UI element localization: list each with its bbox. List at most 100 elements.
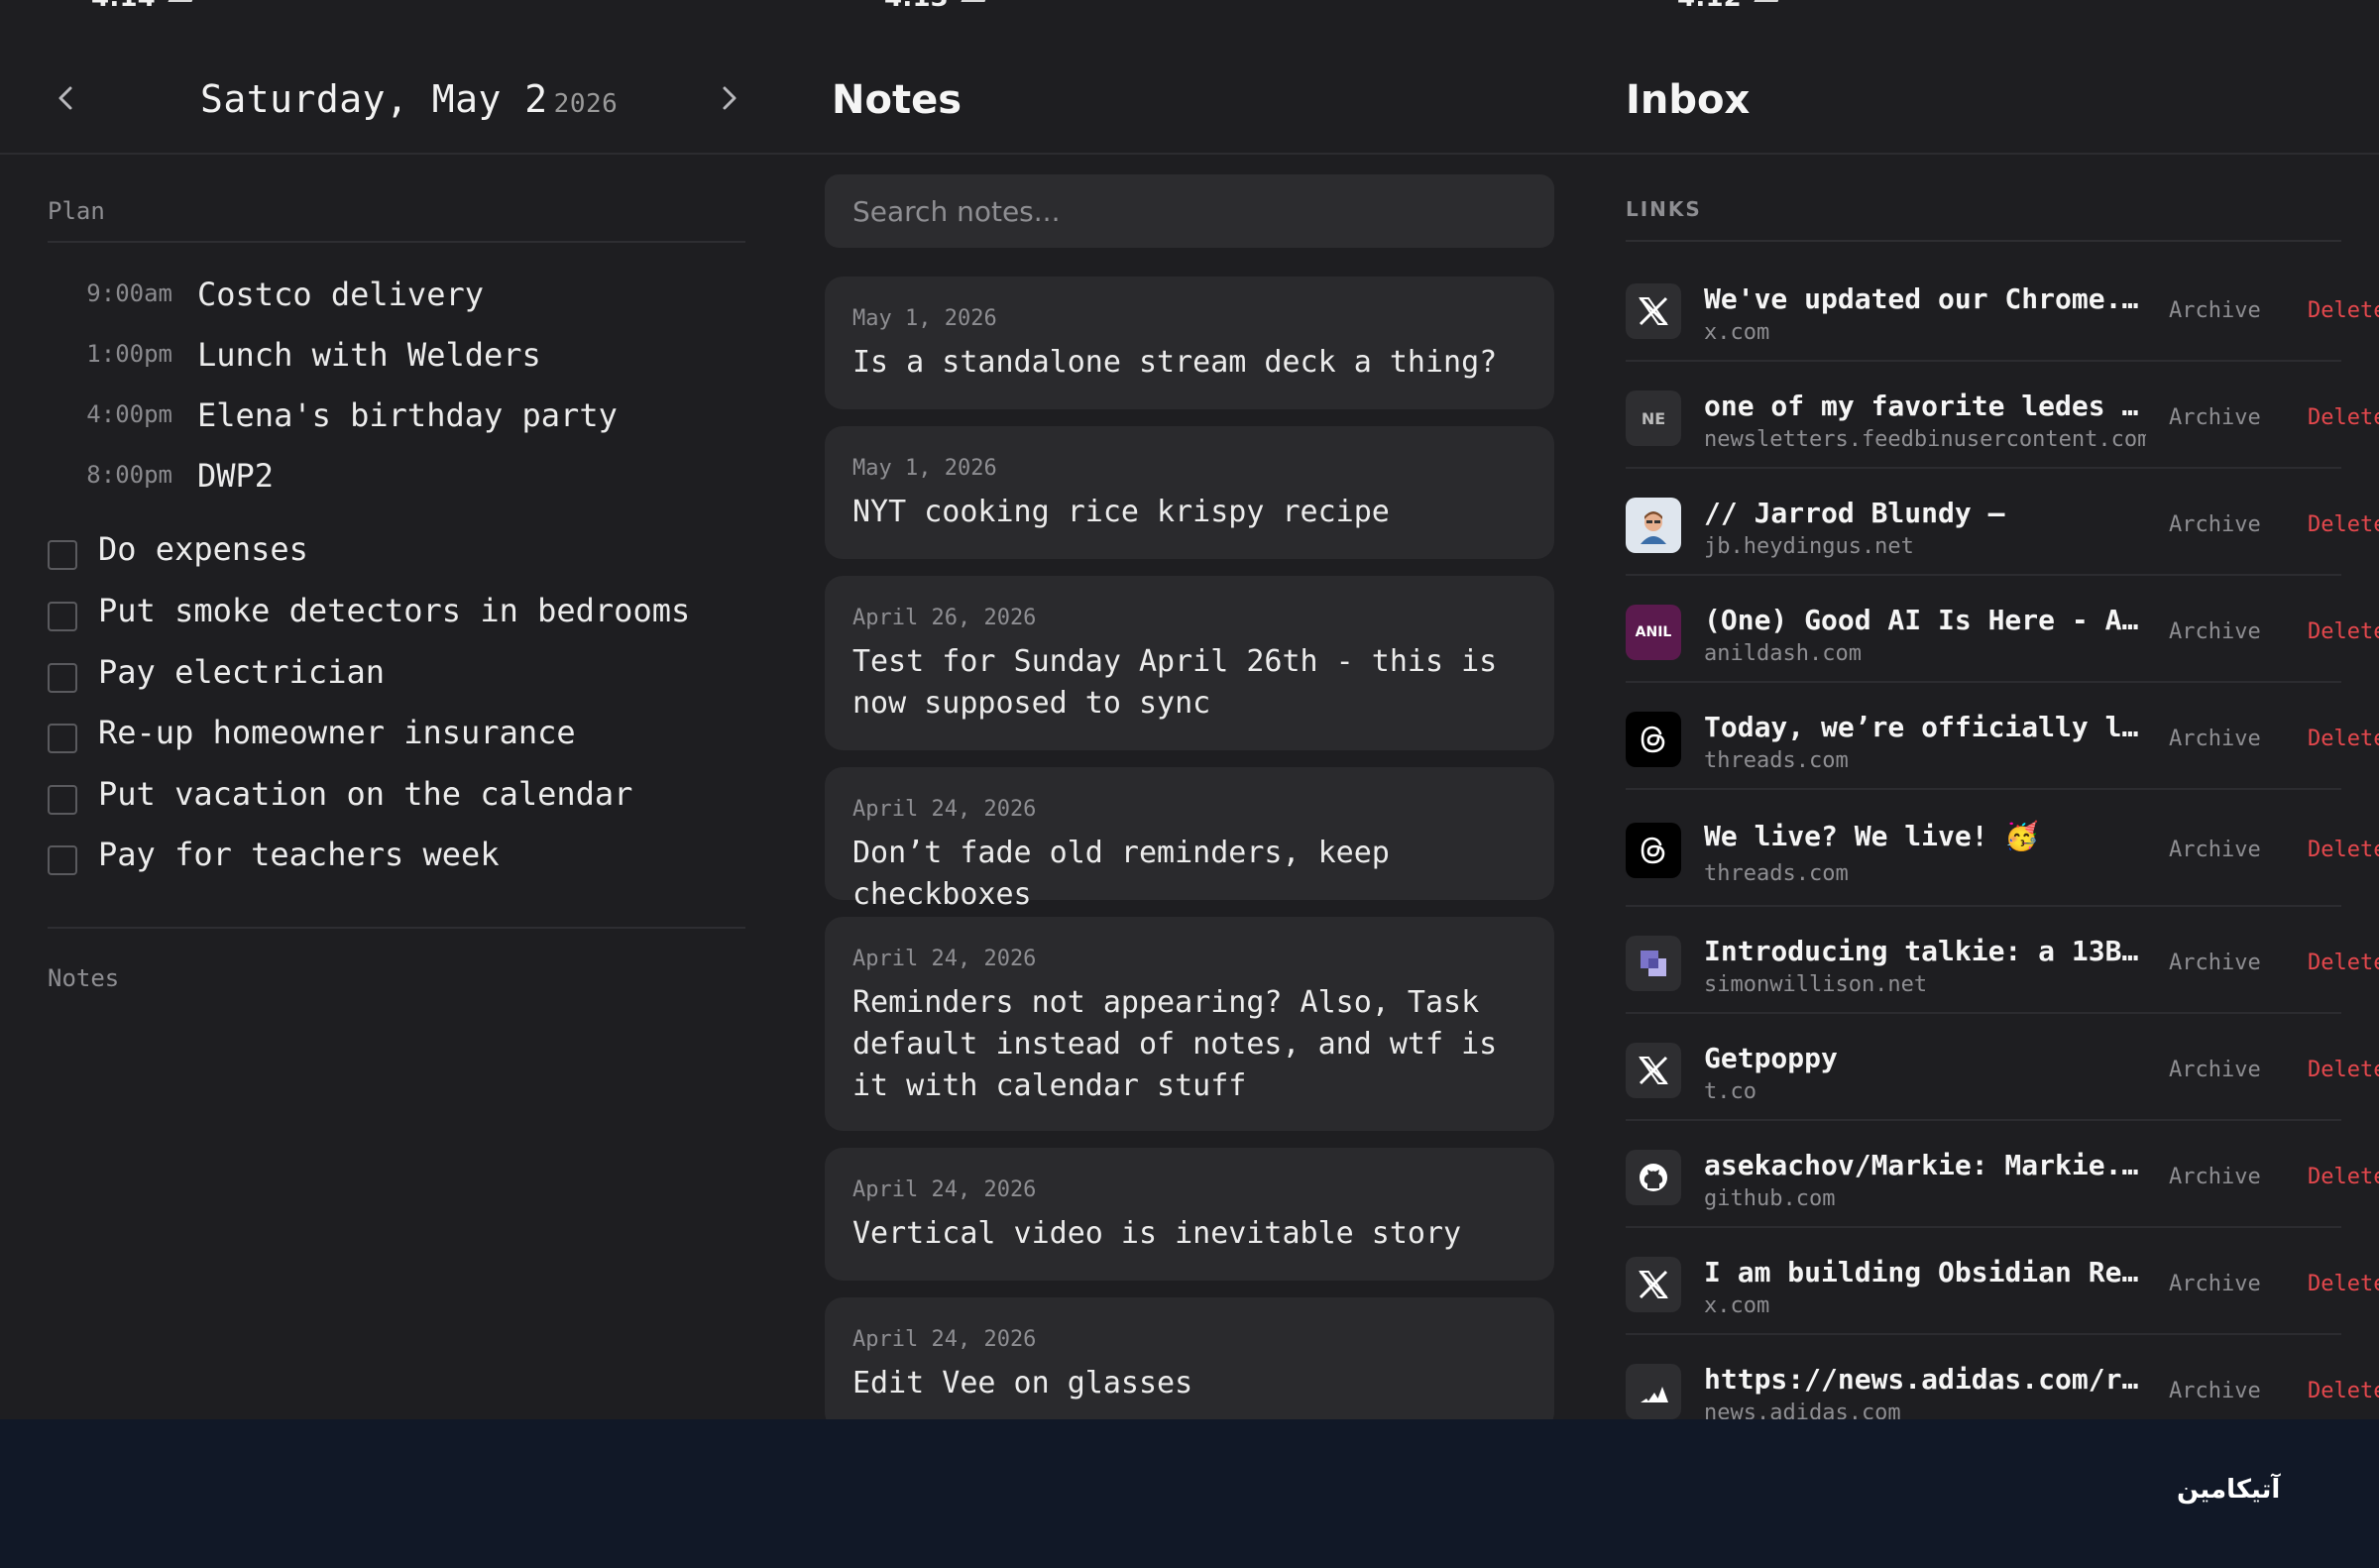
note-card[interactable]: May 1, 2026 Is a standalone stream deck … [825,277,1554,409]
delete-button[interactable]: Delete [2308,1165,2379,1189]
note-title: Vertical video is inevitable story [852,1216,1462,1251]
anil-icon: ANIL [1626,605,1681,660]
threads-icon [1626,712,1681,767]
note-date: April 26, 2026 [852,606,1037,630]
page-title: Notes [832,77,963,123]
note-date: May 1, 2026 [852,456,997,481]
inbox-panel: 4:12 Inbox LINKS We've updated our Chrom… [1586,0,2379,1419]
ne-icon: NE [1626,391,1681,446]
archive-button[interactable]: Archive [2169,512,2261,537]
link-item[interactable]: Getpoppy t.co Archive Delete [1626,1014,2379,1121]
x-icon [1626,283,1681,339]
todo-checkbox[interactable] [48,663,77,693]
delete-button[interactable]: Delete [2308,1058,2379,1082]
previous-day-button[interactable] [52,83,81,113]
archive-button[interactable]: Archive [2169,298,2261,323]
link-title: Today, we’re officially laun... [1704,711,2146,743]
delete-button[interactable]: Delete [2308,838,2379,862]
link-title: asekachov/Markie: Markie... [1704,1149,2146,1181]
todo-text[interactable]: Pay for teachers week [98,836,500,873]
plan-time: 9:00am [86,280,172,307]
link-title: https://news.adidas.com/r... [1704,1363,2146,1396]
link-domain: t.co [1704,1079,1756,1104]
daily-header: Saturday, May 2 2026 [0,0,793,155]
avatar-icon [1626,498,1681,553]
note-card[interactable]: April 24, 2026 Don’t fade old reminders,… [825,767,1554,912]
link-title: Getpoppy [1704,1042,1838,1074]
watermark-logo: آتیکامین [2177,1475,2281,1505]
link-title: We've updated our Chrome... [1704,282,2146,315]
todo-checkbox[interactable] [48,540,77,570]
link-item[interactable]: We've updated our Chrome... x.com Archiv… [1626,255,2379,362]
plan-time: 4:00pm [86,400,172,428]
archive-button[interactable]: Archive [2169,1165,2261,1189]
todo-text[interactable]: Pay electrician [98,653,385,691]
link-domain: threads.com [1704,748,1849,773]
todo-checkbox[interactable] [48,724,77,753]
link-domain: github.com [1704,1186,1836,1211]
link-item[interactable]: asekachov/Markie: Markie... github.com A… [1626,1121,2379,1228]
archive-button[interactable]: Archive [2169,619,2261,644]
notes-section-label[interactable]: Notes [48,964,119,992]
note-card[interactable]: April 26, 2026 Test for Sunday April 26t… [825,576,1554,750]
link-title: We live? We live! 🥳 [1704,820,2040,852]
todo-checkbox[interactable] [48,785,77,815]
link-item[interactable]: https://news.adidas.com/r... news.adidas… [1626,1335,2379,1419]
link-item[interactable]: I am building Obsidian Reade... x.com Ar… [1626,1228,2379,1335]
plan-title: Elena's birthday party [197,396,618,434]
archive-button[interactable]: Archive [2169,1058,2261,1082]
todo-text[interactable]: Re-up homeowner insurance [98,714,576,751]
note-card[interactable]: April 24, 2026 Reminders not appearing? … [825,917,1554,1131]
delete-button[interactable]: Delete [2308,405,2379,430]
delete-button[interactable]: Delete [2308,619,2379,644]
link-domain: x.com [1704,320,1770,345]
todo-text[interactable]: Do expenses [98,530,308,568]
next-day-button[interactable] [714,83,743,113]
note-card[interactable]: April 24, 2026 Edit Vee on glasses [825,1297,1554,1419]
link-item[interactable]: Introducing talkie: a 13B vin... simonwi… [1626,907,2379,1014]
archive-button[interactable]: Archive [2169,727,2261,751]
archive-button[interactable]: Archive [2169,838,2261,862]
footer-bar: آتیکامین [0,1419,2379,1568]
archive-button[interactable]: Archive [2169,1379,2261,1403]
archive-button[interactable]: Archive [2169,405,2261,430]
threads-icon [1626,823,1681,878]
delete-button[interactable]: Delete [2308,727,2379,751]
divider [1626,240,2341,242]
todo-text[interactable]: Put vacation on the calendar [98,775,632,813]
note-title: Edit Vee on glasses [852,1366,1193,1400]
plan-item[interactable]: 1:00pm Lunch with Welders [0,328,753,388]
delete-button[interactable]: Delete [2308,951,2379,975]
link-item[interactable]: NE one of my favorite ledes ever newslet… [1626,362,2379,469]
link-title: (One) Good AI Is Here - Anil... [1704,604,2146,636]
link-item[interactable]: ANIL (One) Good AI Is Here - Anil... ani… [1626,576,2379,683]
link-item[interactable]: Today, we’re officially laun... threads.… [1626,683,2379,790]
plan-item[interactable]: 4:00pm Elena's birthday party [0,389,753,448]
todo-text[interactable]: Put smoke detectors in bedrooms [98,592,690,629]
archive-button[interactable]: Archive [2169,1272,2261,1296]
plan-item[interactable]: 8:00pm DWP2 [0,449,753,508]
link-domain: x.com [1704,1293,1770,1318]
delete-button[interactable]: Delete [2308,512,2379,537]
link-title: Introducing talkie: a 13B vin... [1704,935,2146,967]
link-title: one of my favorite ledes ever [1704,390,2146,422]
plan-title: DWP2 [197,457,275,495]
todo-checkbox[interactable] [48,845,77,875]
plan-item[interactable]: 9:00am Costco delivery [0,268,753,327]
todo-item: Put vacation on the calendar [0,767,753,827]
note-card[interactable]: May 1, 2026 NYT cooking rice krispy reci… [825,426,1554,559]
note-date: April 24, 2026 [852,1177,1037,1202]
delete-button[interactable]: Delete [2308,1379,2379,1403]
link-item[interactable]: // Jarrod Blundy — jb.heydingus.net Arch… [1626,469,2379,576]
delete-button[interactable]: Delete [2308,1272,2379,1296]
note-date: April 24, 2026 [852,797,1037,822]
note-card[interactable]: April 24, 2026 Vertical video is inevita… [825,1148,1554,1281]
delete-button[interactable]: Delete [2308,298,2379,323]
archive-button[interactable]: Archive [2169,951,2261,975]
search-input[interactable] [825,174,1554,248]
link-item[interactable]: We live? We live! 🥳 threads.com Archive … [1626,790,2379,907]
plan-title: Costco delivery [197,276,484,313]
divider [48,927,745,929]
chevron-right-icon [723,86,736,110]
todo-checkbox[interactable] [48,602,77,631]
